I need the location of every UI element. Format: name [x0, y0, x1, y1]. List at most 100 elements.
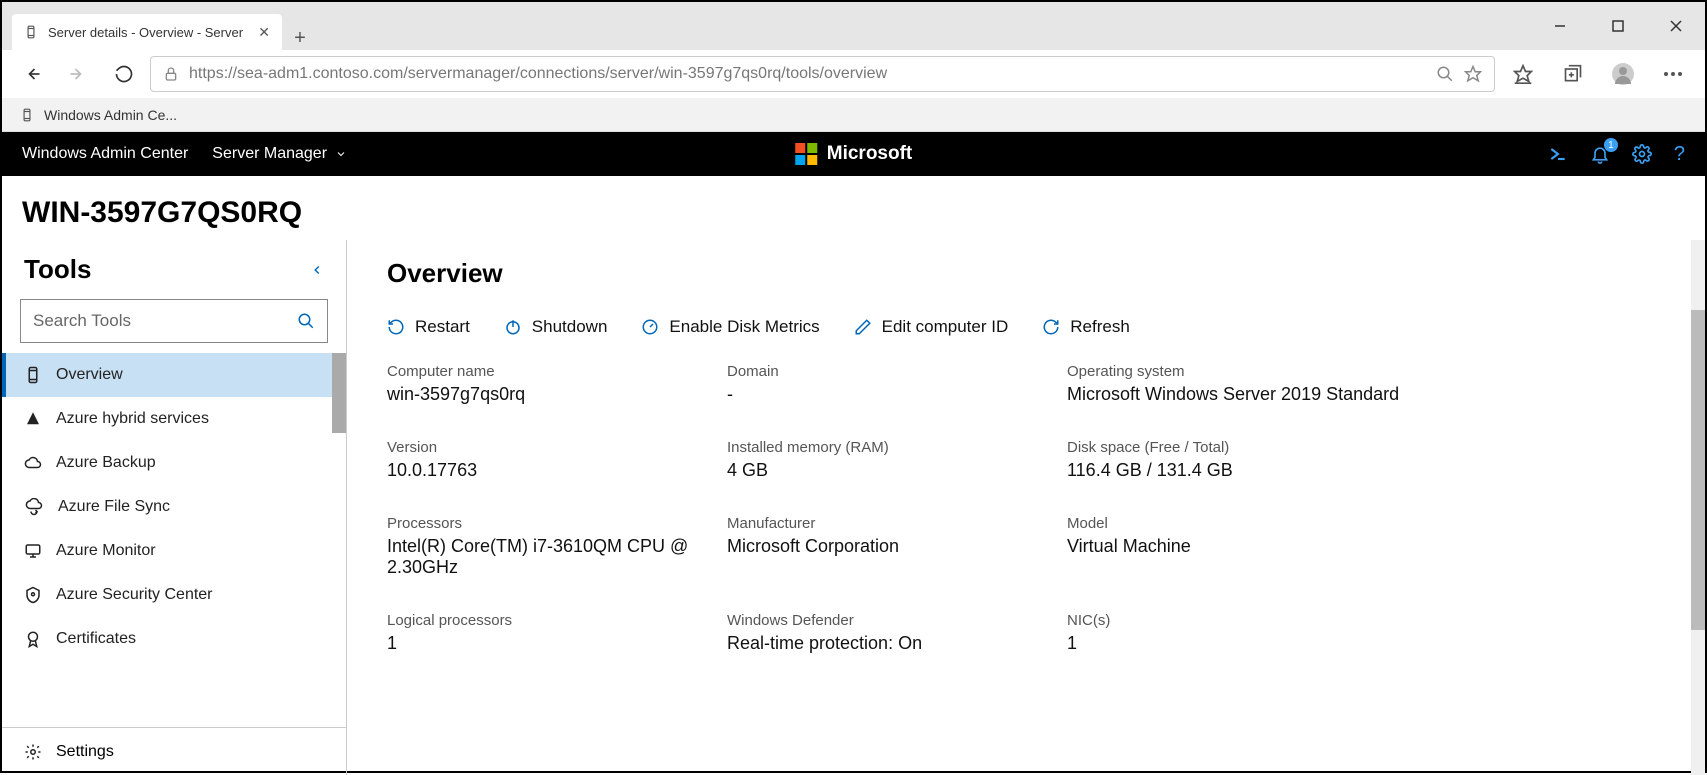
- field-value: 10.0.17763: [387, 460, 727, 481]
- field-os: Operating system Microsoft Windows Server…: [1067, 363, 1407, 405]
- tool-azure-backup[interactable]: Azure Backup: [2, 441, 346, 485]
- action-label: Refresh: [1070, 317, 1130, 337]
- tool-certificates[interactable]: Certificates: [2, 617, 346, 661]
- action-label: Edit computer ID: [882, 317, 1009, 337]
- field-label: NIC(s): [1067, 612, 1407, 629]
- settings-icon[interactable]: [1632, 144, 1652, 164]
- tool-azure-security[interactable]: Azure Security Center: [2, 573, 346, 617]
- gauge-icon: [641, 318, 659, 336]
- dropdown-label: Server Manager: [212, 145, 327, 163]
- settings-link[interactable]: Settings: [2, 727, 346, 775]
- field-value: 1: [1067, 633, 1407, 654]
- field-domain: Domain-: [727, 363, 1067, 405]
- cloud-sync-icon: [24, 498, 44, 516]
- disk-metrics-button[interactable]: Enable Disk Metrics: [641, 317, 819, 337]
- field-value: -: [727, 384, 1067, 405]
- field-value: Real-time protection: On: [727, 633, 1067, 654]
- field-defender: Windows Defender Real-time protection: On: [727, 612, 1067, 654]
- field-label: Logical processors: [387, 612, 727, 629]
- new-tab-button[interactable]: +: [282, 27, 318, 50]
- powershell-icon[interactable]: [1548, 144, 1568, 164]
- tool-label: Overview: [56, 366, 123, 384]
- tool-label: Azure File Sync: [58, 498, 170, 516]
- window-close[interactable]: [1647, 2, 1705, 50]
- field-label: Installed memory (RAM): [727, 439, 1067, 456]
- field-value: Intel(R) Core(TM) i7-3610QM CPU @ 2.30GH…: [387, 536, 727, 578]
- tool-overview[interactable]: Overview: [2, 353, 346, 397]
- monitor-icon: [24, 542, 42, 560]
- certificate-icon: [24, 630, 42, 648]
- field-nic: NIC(s) 1: [1067, 612, 1407, 654]
- field-model: ModelVirtual Machine: [1067, 515, 1407, 578]
- restart-button[interactable]: Restart: [387, 317, 470, 337]
- wac-header: Windows Admin Center Server Manager Micr…: [2, 132, 1705, 176]
- bookmarks-bar: Windows Admin Ce...: [2, 98, 1705, 132]
- profile-button[interactable]: [1601, 54, 1645, 94]
- solution-dropdown[interactable]: Server Manager: [212, 145, 347, 163]
- tab-icon: [24, 25, 38, 39]
- tool-azure-hybrid[interactable]: Azure hybrid services: [2, 397, 346, 441]
- field-label: Operating system: [1067, 363, 1407, 380]
- titlebar: Server details - Overview - Server ✕ +: [2, 2, 1705, 50]
- field-version: Version 10.0.17763: [387, 439, 727, 481]
- restart-icon: [387, 318, 405, 336]
- tools-sidebar: Tools Search Tools Overview Azure hybrid…: [2, 240, 347, 775]
- window-minimize[interactable]: [1531, 2, 1589, 50]
- settings-label: Settings: [56, 743, 114, 761]
- refresh-action-button[interactable]: Refresh: [1042, 317, 1130, 337]
- edit-id-button[interactable]: Edit computer ID: [854, 317, 1009, 337]
- azure-icon: [24, 410, 42, 428]
- more-button[interactable]: [1651, 54, 1695, 94]
- pencil-icon: [854, 318, 872, 336]
- zoom-icon[interactable]: [1436, 65, 1454, 83]
- action-label: Shutdown: [532, 317, 608, 337]
- favorite-icon[interactable]: [1464, 65, 1482, 83]
- properties-grid: Computer namewin-3597g7qs0rq Domain- Ope…: [387, 363, 1665, 654]
- field-value: win-3597g7qs0rq: [387, 384, 727, 405]
- lock-icon: [163, 66, 179, 82]
- tab-title: Server details - Overview - Server: [48, 25, 243, 40]
- main-content: Overview Restart Shutdown Enable Disk Me…: [347, 240, 1705, 775]
- sidebar-scrollbar[interactable]: [332, 353, 346, 433]
- forward-button[interactable]: [58, 54, 98, 94]
- collections-button[interactable]: [1551, 54, 1595, 94]
- field-label: Manufacturer: [727, 515, 1067, 532]
- bookmark-item[interactable]: Windows Admin Ce...: [44, 107, 177, 123]
- gear-icon: [24, 743, 42, 761]
- main-scrollbar-thumb[interactable]: [1691, 310, 1705, 630]
- microsoft-text: Microsoft: [827, 143, 913, 165]
- bookmark-icon: [20, 108, 34, 122]
- window-maximize[interactable]: [1589, 2, 1647, 50]
- shutdown-button[interactable]: Shutdown: [504, 317, 608, 337]
- action-label: Enable Disk Metrics: [669, 317, 819, 337]
- tool-azure-monitor[interactable]: Azure Monitor: [2, 529, 346, 573]
- action-label: Restart: [415, 317, 470, 337]
- field-label: Processors: [387, 515, 727, 532]
- field-processors: Processors Intel(R) Core(TM) i7-3610QM CP…: [387, 515, 727, 578]
- server-hostname: WIN-3597G7QS0RQ: [2, 176, 1705, 240]
- tool-azure-filesync[interactable]: Azure File Sync: [2, 485, 346, 529]
- tool-label: Azure hybrid services: [56, 410, 209, 428]
- tools-list: Overview Azure hybrid services Azure Bac…: [2, 353, 346, 727]
- field-value: 4 GB: [727, 460, 1067, 481]
- back-button[interactable]: [12, 54, 52, 94]
- field-ram: Installed memory (RAM) 4 GB: [727, 439, 1067, 481]
- address-input[interactable]: https://sea-adm1.contoso.com/servermanag…: [150, 56, 1495, 92]
- field-disk: Disk space (Free / Total)116.4 GB / 131.…: [1067, 439, 1407, 481]
- microsoft-logo: Microsoft: [795, 143, 913, 165]
- browser-tab[interactable]: Server details - Overview - Server ✕: [12, 14, 282, 50]
- field-computer-name: Computer namewin-3597g7qs0rq: [387, 363, 727, 405]
- field-label: Version: [387, 439, 727, 456]
- help-icon[interactable]: ?: [1674, 143, 1685, 166]
- field-value: Microsoft Windows Server 2019 Standard: [1067, 384, 1407, 405]
- shield-icon: [24, 586, 42, 604]
- search-tools-input[interactable]: Search Tools: [20, 299, 328, 343]
- notifications-icon[interactable]: 1: [1590, 144, 1610, 164]
- collapse-sidebar-icon[interactable]: [310, 263, 324, 277]
- close-tab-icon[interactable]: ✕: [258, 24, 270, 41]
- favorites-button[interactable]: [1501, 54, 1545, 94]
- field-label: Windows Defender: [727, 612, 1067, 629]
- wac-brand[interactable]: Windows Admin Center: [22, 145, 188, 163]
- refresh-button[interactable]: [104, 54, 144, 94]
- search-placeholder: Search Tools: [33, 311, 131, 331]
